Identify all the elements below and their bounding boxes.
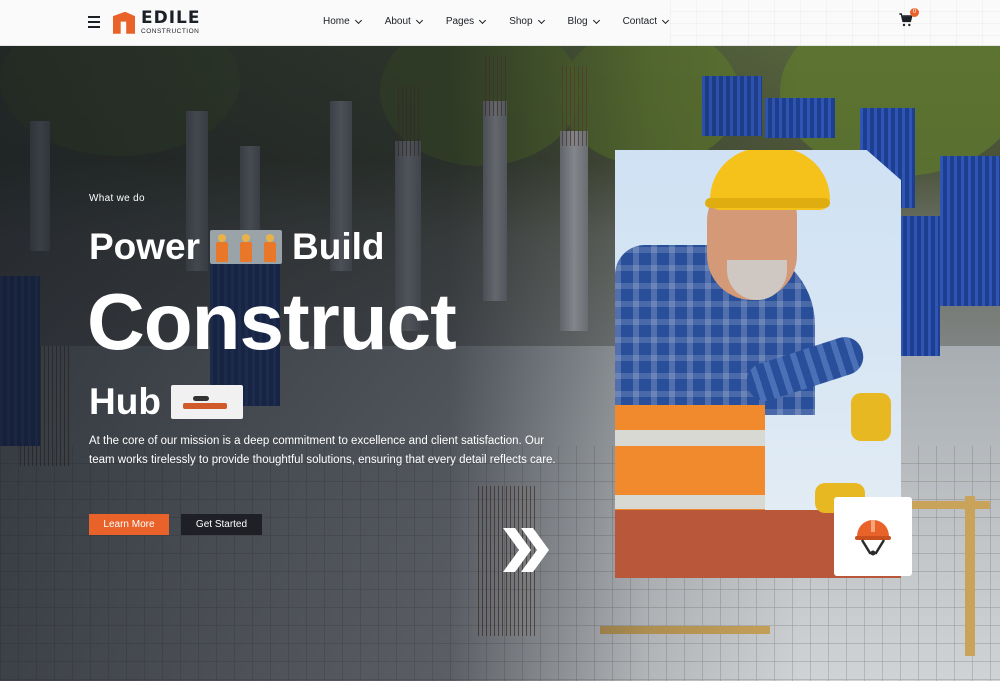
hero-eyebrow: What we do xyxy=(89,193,145,204)
menu-icon[interactable] xyxy=(88,16,100,28)
worker-glove xyxy=(851,393,891,441)
chevron-down-icon xyxy=(592,16,600,24)
site-logo[interactable]: EDILE CONSTRUCTION xyxy=(113,10,201,36)
nav-item-label: Shop xyxy=(509,16,533,27)
hero-heading-line-3: Hub xyxy=(89,381,243,423)
nav-item-contact[interactable]: Contact xyxy=(622,16,670,27)
nav-item-label: Pages xyxy=(445,16,475,27)
hard-hat-brim xyxy=(705,198,830,208)
nav-item-about[interactable]: About xyxy=(384,16,423,27)
vest-reflective-stripe xyxy=(615,495,765,509)
chevron-down-icon xyxy=(537,16,545,24)
heading-word-hub: Hub xyxy=(89,381,161,422)
site-header: EDILE CONSTRUCTION Home About Pages Shop… xyxy=(0,0,1000,46)
nav-item-label: Blog xyxy=(567,16,588,27)
double-chevron-right-icon[interactable] xyxy=(501,524,553,576)
heading-word-build: Build xyxy=(292,226,385,267)
helmet-badge xyxy=(834,497,912,576)
nav-item-label: Home xyxy=(323,16,350,27)
cart-button[interactable]: 0 xyxy=(898,8,919,30)
header-decoration xyxy=(670,0,1000,46)
nav-item-blog[interactable]: Blog xyxy=(567,16,600,27)
logo-tagline: CONSTRUCTION xyxy=(141,28,200,35)
nav-item-pages[interactable]: Pages xyxy=(445,16,487,27)
chevron-down-icon xyxy=(354,16,362,24)
nav-item-label: Contact xyxy=(622,16,658,27)
learn-more-button[interactable]: Learn More xyxy=(89,514,169,535)
hero-heading-construct: Construct xyxy=(87,277,457,366)
chevron-down-icon xyxy=(479,16,487,24)
nav-item-label: About xyxy=(384,16,411,27)
logo-icon xyxy=(113,11,135,34)
hero-heading-line-1: Power Build xyxy=(89,226,385,268)
hero-description: At the core of our mission is a deep com… xyxy=(89,435,556,466)
get-started-button[interactable]: Get Started xyxy=(181,514,262,535)
trowel-thumbnail xyxy=(170,385,243,419)
vest-reflective-stripe xyxy=(615,430,765,446)
workers-thumbnail xyxy=(210,230,283,264)
heading-word-power: Power xyxy=(89,226,201,267)
logo-name: EDILE xyxy=(141,8,201,28)
chevron-down-icon xyxy=(415,16,423,24)
nav-item-shop[interactable]: Shop xyxy=(509,16,545,27)
chevron-down-icon xyxy=(661,16,670,24)
nav-item-home[interactable]: Home xyxy=(323,16,362,27)
cart-count-badge: 0 xyxy=(910,8,919,17)
hard-hat-icon xyxy=(855,519,891,555)
main-nav: Home About Pages Shop Blog Contact xyxy=(323,16,692,27)
